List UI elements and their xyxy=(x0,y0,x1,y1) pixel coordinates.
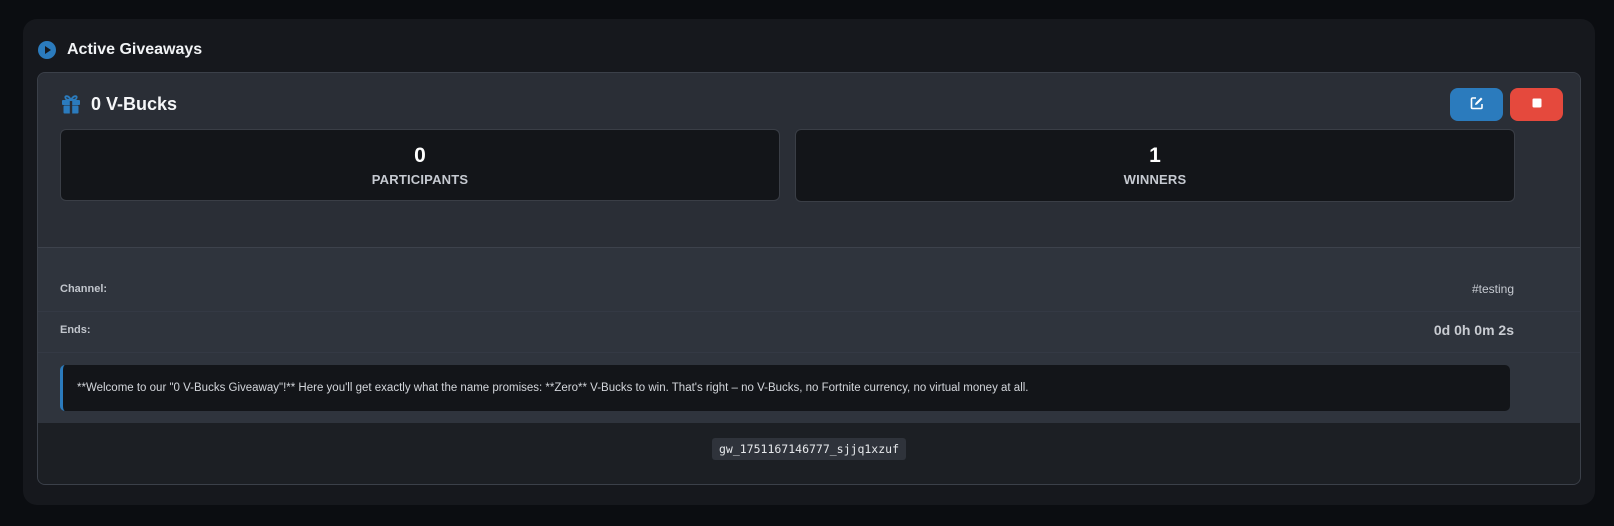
winners-stat: 1 WINNERS xyxy=(795,129,1515,202)
giveaway-id: gw_1751167146777_sjjq1xzuf xyxy=(711,438,906,460)
ends-row: Ends: 0d 0h 0m 2s xyxy=(60,318,1514,342)
ends-label: Ends: xyxy=(60,324,91,336)
prize-title: 0 V-Bucks xyxy=(91,93,178,114)
channel-value: #testing xyxy=(1471,282,1514,296)
giveaway-details: Channel: #testing Ends: 0d 0h 0m 2s **We… xyxy=(38,248,1580,423)
edit-icon xyxy=(1470,96,1484,113)
channel-row: Channel: #testing xyxy=(60,278,1514,300)
panel-title: Active Giveaways xyxy=(67,41,203,58)
panel-header: Active Giveaways xyxy=(37,38,202,62)
prize-heading: 0 V-Bucks xyxy=(60,93,177,115)
stop-giveaway-button[interactable] xyxy=(1510,88,1563,121)
giveaway-card-header: 0 V-Bucks 0 PARTICIPANTS 1 WINNERS xyxy=(38,73,1580,248)
play-circle-icon xyxy=(37,40,57,60)
participants-label: PARTICIPANTS xyxy=(371,172,469,187)
giveaway-card: 0 V-Bucks 0 PARTICIPANTS 1 WINNERS Chann… xyxy=(37,72,1581,485)
row-divider xyxy=(38,352,1580,353)
active-giveaways-panel: Active Giveaways 0 V-Bucks 0 PARTICIPANT… xyxy=(23,19,1595,505)
giveaway-description: **Welcome to our "0 V-Bucks Giveaway"!**… xyxy=(60,365,1510,411)
row-divider xyxy=(38,311,1580,312)
edit-giveaway-button[interactable] xyxy=(1450,88,1503,121)
gift-icon xyxy=(60,93,82,115)
participants-stat: 0 PARTICIPANTS xyxy=(60,129,780,201)
winners-count: 1 xyxy=(1149,144,1161,167)
stop-icon xyxy=(1531,97,1543,112)
giveaway-footer: gw_1751167146777_sjjq1xzuf xyxy=(38,423,1580,484)
participants-count: 0 xyxy=(414,144,426,167)
ends-countdown: 0d 0h 0m 2s xyxy=(1433,322,1514,338)
channel-label: Channel: xyxy=(60,283,108,295)
winners-label: WINNERS xyxy=(1123,172,1187,187)
